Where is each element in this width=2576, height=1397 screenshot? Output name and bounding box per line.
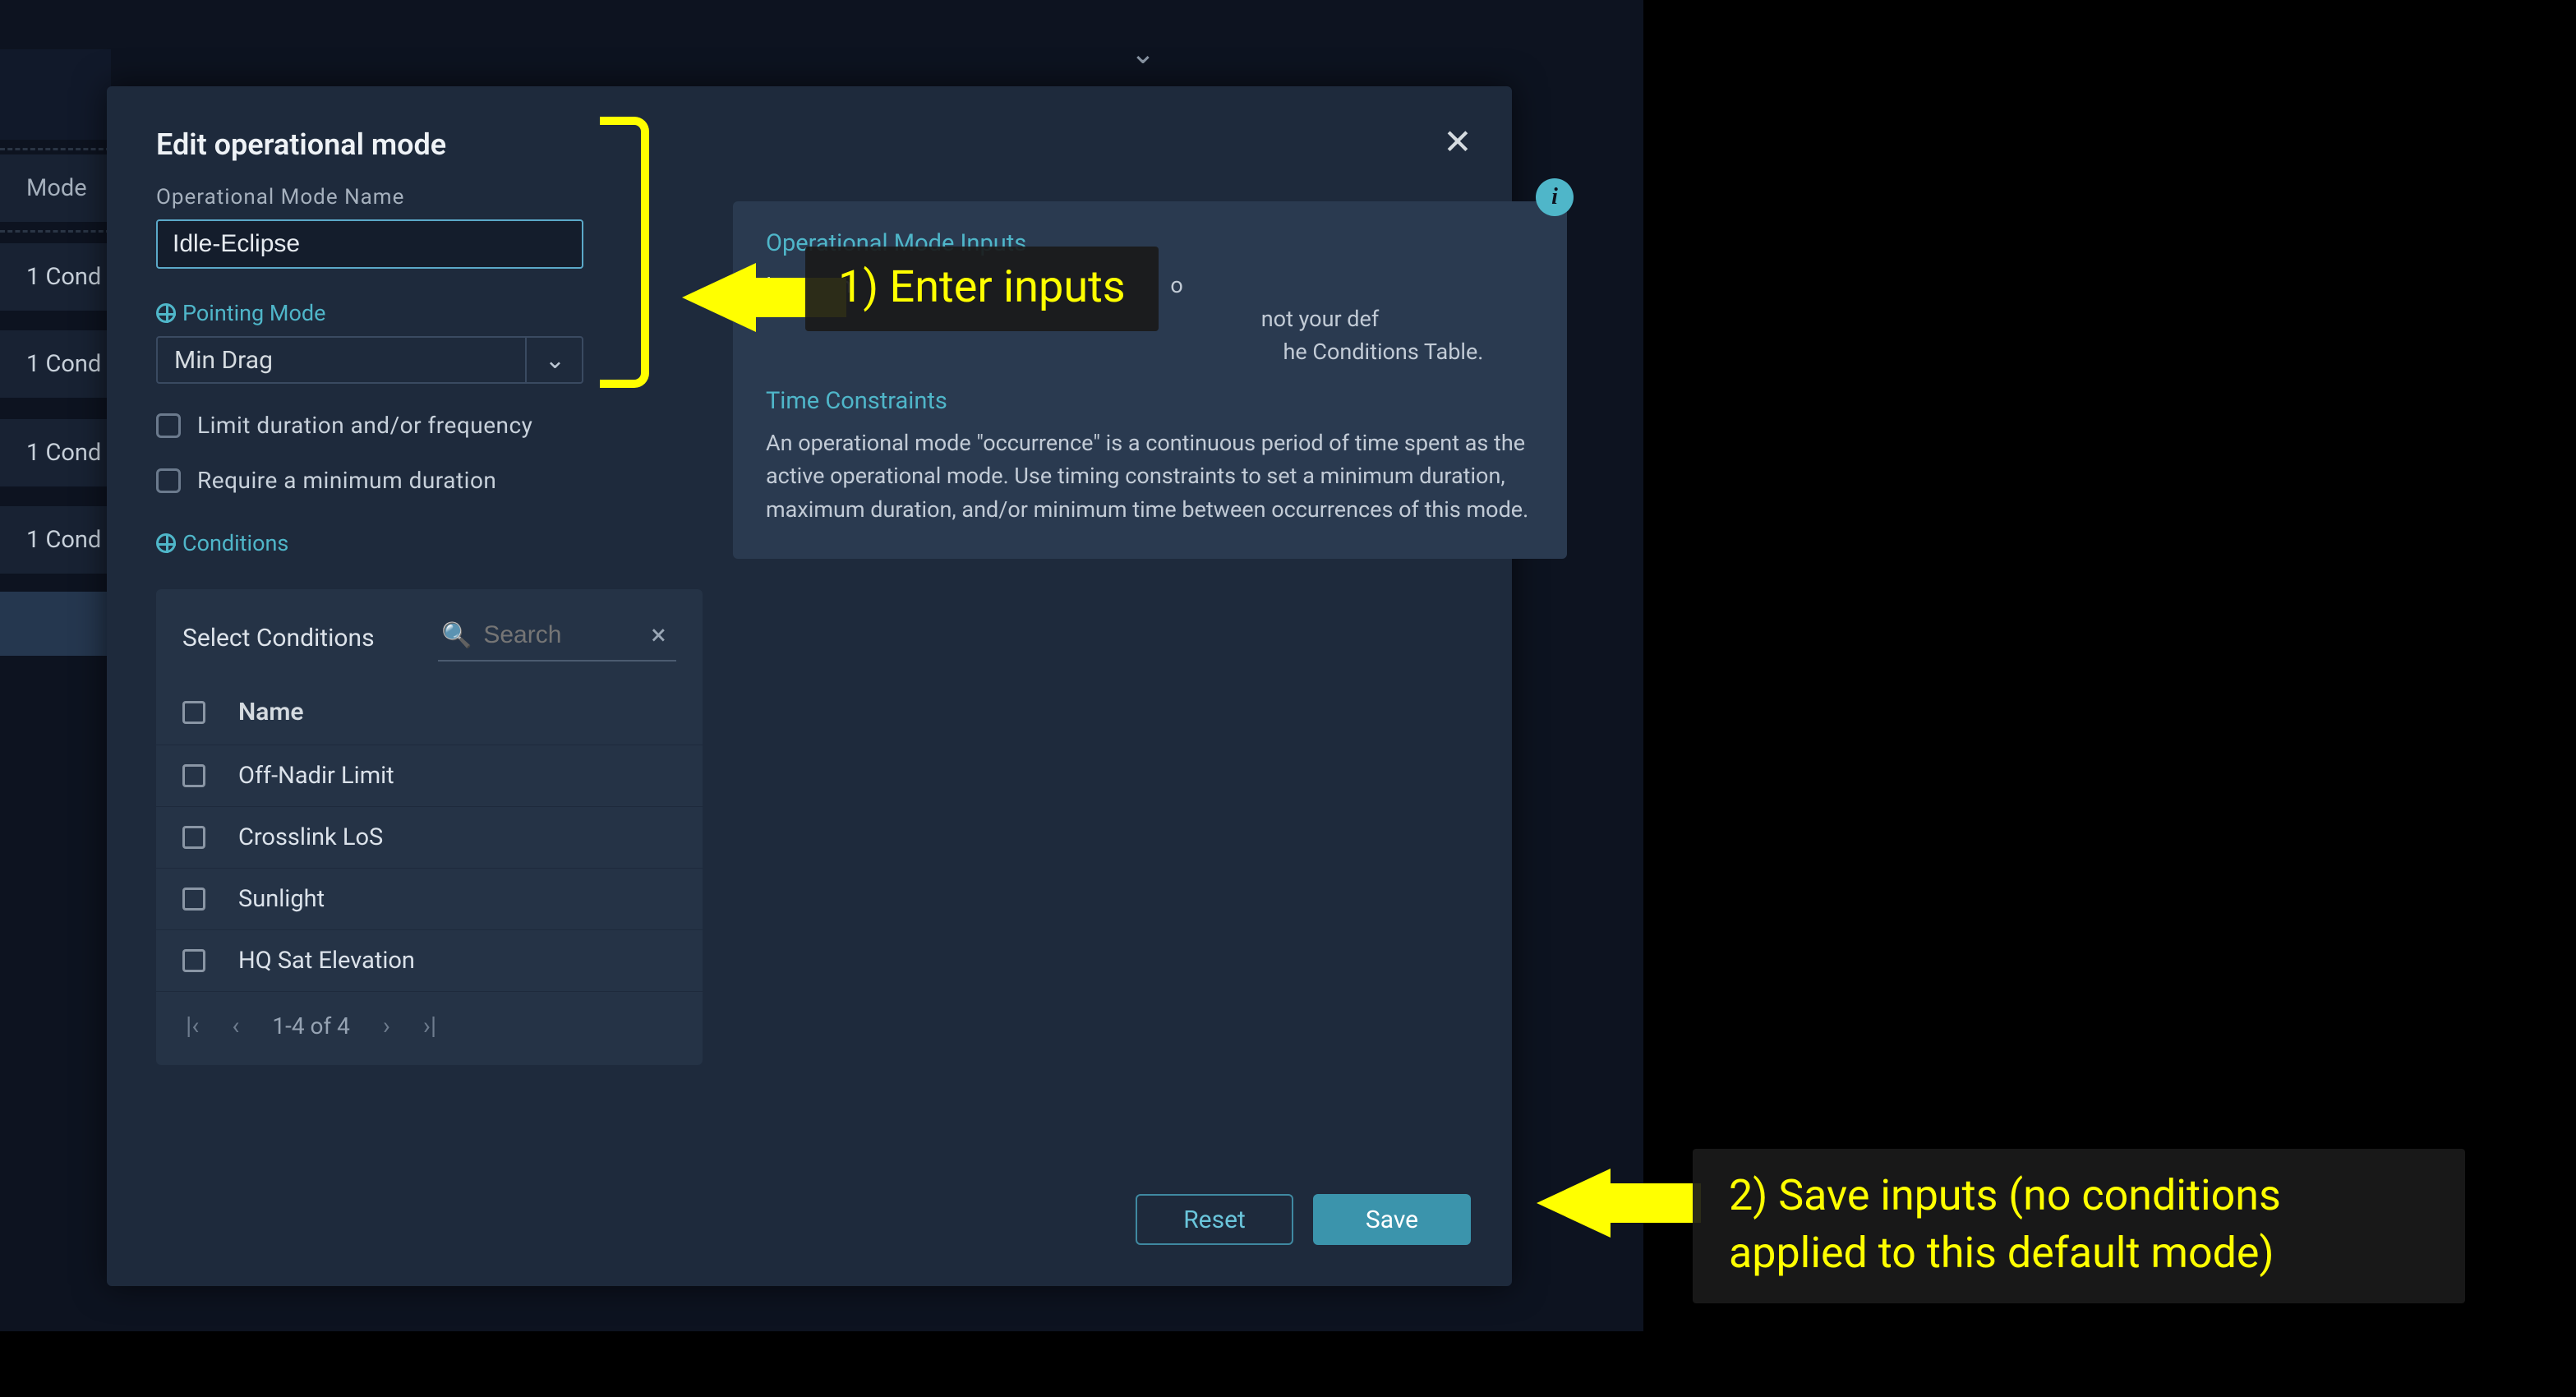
bg-row-text: 1 Cond bbox=[26, 350, 101, 378]
condition-row[interactable]: HQ Sat Elevation bbox=[156, 930, 703, 992]
require-min-duration-label: Require a minimum duration bbox=[197, 467, 496, 494]
bg-mode-header: Mode bbox=[0, 154, 111, 224]
modal-footer: Reset Save bbox=[1136, 1194, 1471, 1245]
conditions-label[interactable]: Conditions bbox=[156, 530, 288, 556]
conditions-table-header: Name bbox=[156, 680, 703, 745]
save-button[interactable]: Save bbox=[1313, 1194, 1471, 1245]
condition-row[interactable]: Sunlight bbox=[156, 869, 703, 930]
pager-first-icon[interactable]: |‹ bbox=[186, 1012, 199, 1040]
modal-title: Edit operational mode bbox=[156, 127, 1463, 162]
arrow-left-icon bbox=[1537, 1169, 1611, 1238]
conditions-label-text: Conditions bbox=[182, 530, 288, 556]
condition-row[interactable]: Crosslink LoS bbox=[156, 807, 703, 869]
arrow-shaft bbox=[1611, 1183, 1701, 1223]
bg-row-text: 1 Cond bbox=[26, 439, 101, 467]
pager-status: 1-4 of 4 bbox=[272, 1012, 350, 1040]
search-icon: 🔍 bbox=[441, 621, 472, 650]
globe-icon bbox=[156, 533, 176, 553]
select-all-checkbox[interactable] bbox=[182, 701, 205, 724]
arrow-left-icon bbox=[682, 263, 756, 332]
checkbox-icon[interactable] bbox=[182, 826, 205, 849]
info-icon[interactable]: i bbox=[1536, 178, 1574, 216]
bg-row-text: 1 Cond bbox=[26, 263, 101, 291]
bg-row: 1 Cond bbox=[0, 506, 111, 575]
pointing-mode-value: Min Drag bbox=[174, 346, 273, 375]
checkbox-icon[interactable] bbox=[182, 764, 205, 787]
close-icon[interactable]: ✕ bbox=[1436, 121, 1479, 164]
chevron-down-icon: ⌄ bbox=[525, 338, 565, 382]
reset-button-label: Reset bbox=[1183, 1206, 1246, 1234]
bg-row: 1 Cond bbox=[0, 243, 111, 312]
bg-mode-label: Mode bbox=[26, 174, 87, 202]
help-heading-time: Time Constraints bbox=[766, 387, 1534, 415]
annotation-arrow-2 bbox=[1537, 1169, 1701, 1238]
clear-icon[interactable]: × bbox=[651, 619, 666, 652]
conditions-panel-title: Select Conditions bbox=[182, 624, 375, 652]
bg-panel-strip bbox=[0, 49, 111, 140]
bg-divider bbox=[0, 148, 111, 150]
limit-duration-checkbox-row[interactable]: Limit duration and/or frequency bbox=[156, 412, 678, 439]
condition-name: Crosslink LoS bbox=[238, 823, 383, 851]
save-button-label: Save bbox=[1366, 1206, 1418, 1234]
checkbox-icon[interactable] bbox=[156, 413, 181, 438]
checkbox-icon[interactable] bbox=[182, 888, 205, 911]
globe-icon bbox=[156, 303, 176, 323]
pointing-mode-label[interactable]: Pointing Mode bbox=[156, 300, 325, 326]
checkbox-icon[interactable] bbox=[156, 468, 181, 493]
pager-next-icon[interactable]: › bbox=[383, 1012, 390, 1040]
annotation-bracket bbox=[600, 117, 649, 388]
bg-row: 1 Cond bbox=[0, 330, 111, 399]
limit-duration-label: Limit duration and/or frequency bbox=[197, 412, 532, 439]
annotation-callout-1: 1) Enter inputs bbox=[805, 247, 1159, 331]
pager-prev-icon[interactable]: ‹ bbox=[232, 1012, 239, 1040]
bg-add-row[interactable] bbox=[0, 592, 111, 656]
chevron-down-icon[interactable]: ⌄ bbox=[1114, 33, 1172, 74]
conditions-pager: |‹ ‹ 1-4 of 4 › ›| bbox=[156, 992, 703, 1065]
bg-row: 1 Cond bbox=[0, 419, 111, 488]
help-text-time: An operational mode "occurrence" is a co… bbox=[766, 426, 1534, 527]
conditions-col-name: Name bbox=[238, 698, 304, 726]
condition-name: HQ Sat Elevation bbox=[238, 947, 415, 975]
reset-button[interactable]: Reset bbox=[1136, 1194, 1293, 1245]
checkbox-icon[interactable] bbox=[182, 949, 205, 972]
bg-row-text: 1 Cond bbox=[26, 526, 101, 554]
conditions-search-input[interactable] bbox=[483, 621, 639, 649]
pointing-mode-label-text: Pointing Mode bbox=[182, 300, 325, 326]
bg-divider bbox=[0, 230, 111, 233]
annotation-callout-2: 2) Save inputs (no conditions applied to… bbox=[1693, 1149, 2465, 1303]
conditions-panel: Select Conditions 🔍 × Name Off-Nadir Lim… bbox=[156, 589, 703, 1065]
pointing-mode-select[interactable]: Min Drag ⌄ bbox=[156, 336, 583, 384]
condition-name: Sunlight bbox=[238, 885, 325, 913]
operational-mode-name-input[interactable] bbox=[156, 219, 583, 269]
conditions-search[interactable]: 🔍 × bbox=[438, 614, 676, 662]
condition-name: Off-Nadir Limit bbox=[238, 762, 394, 790]
condition-row[interactable]: Off-Nadir Limit bbox=[156, 745, 703, 807]
require-min-duration-checkbox-row[interactable]: Require a minimum duration bbox=[156, 467, 678, 494]
pager-last-icon[interactable]: ›| bbox=[423, 1012, 436, 1040]
